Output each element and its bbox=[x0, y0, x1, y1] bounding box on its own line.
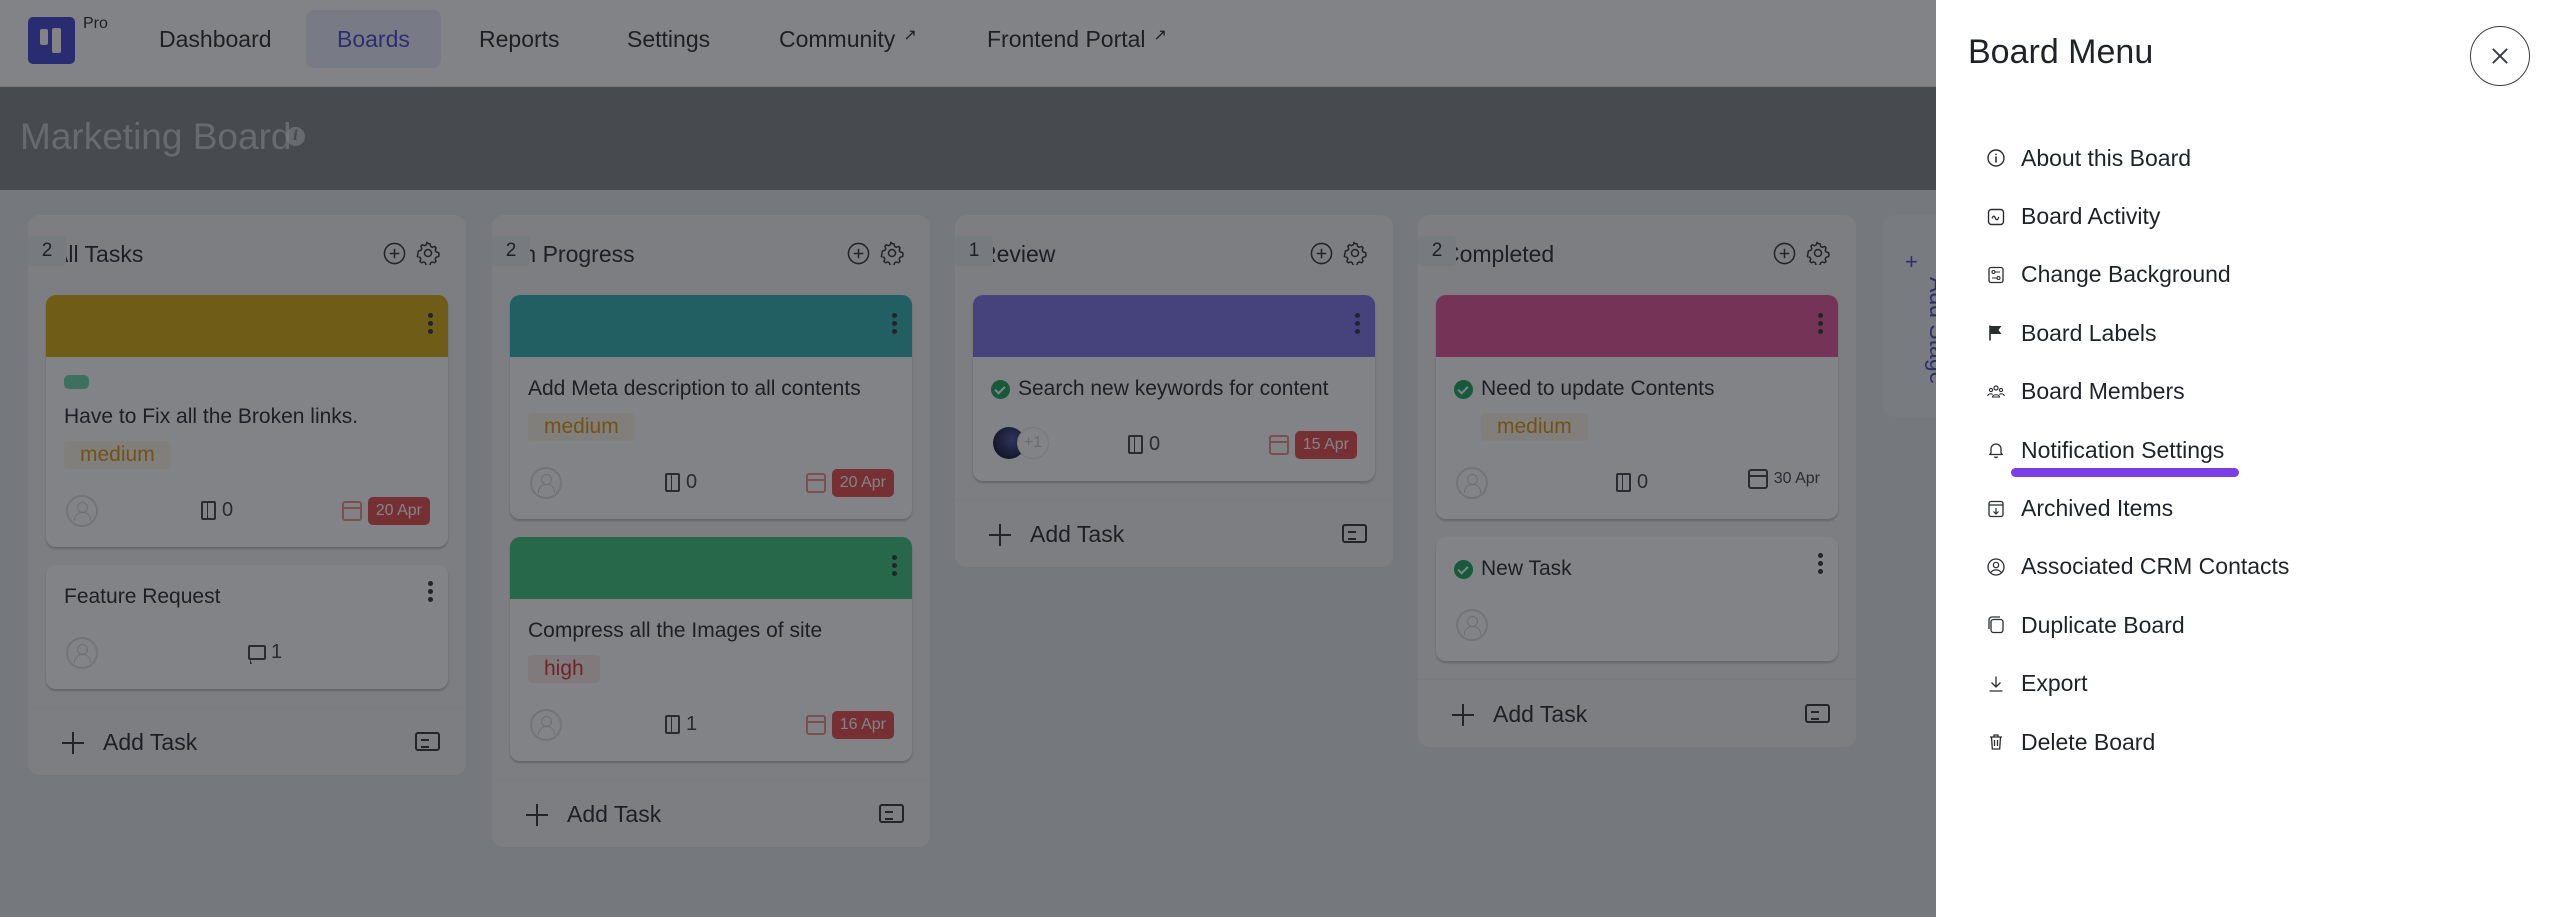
archive-icon bbox=[1986, 499, 2006, 519]
panel-title: Board Menu bbox=[1968, 33, 2154, 71]
menu-item-label: Board Labels bbox=[2021, 319, 2157, 346]
menu-item-label: Board Activity bbox=[2021, 203, 2161, 230]
menu-item-label: Duplicate Board bbox=[2021, 611, 2185, 638]
members-icon bbox=[1986, 382, 2006, 402]
duplicate-icon bbox=[1986, 615, 2006, 635]
board-menu-list: About this Board Board Activity Change Bac… bbox=[1986, 129, 2526, 771]
menu-item-archived-items[interactable]: Archived Items bbox=[1986, 479, 2526, 537]
menu-item-about-this-board[interactable]: About this Board bbox=[1986, 129, 2526, 187]
menu-item-label: Delete Board bbox=[2021, 728, 2156, 755]
menu-item-delete-board[interactable]: Delete Board bbox=[1986, 713, 2526, 771]
menu-item-board-members[interactable]: Board Members bbox=[1986, 363, 2526, 421]
trash-icon bbox=[1986, 732, 2006, 752]
close-button[interactable] bbox=[2470, 26, 2530, 86]
menu-item-label: Notification Settings bbox=[2021, 436, 2225, 463]
menu-item-label: About this Board bbox=[2021, 144, 2192, 171]
menu-item-associated-crm-contacts[interactable]: Associated CRM Contacts bbox=[1986, 538, 2526, 596]
menu-item-label: Associated CRM Contacts bbox=[2021, 553, 2290, 580]
menu-item-export[interactable]: Export bbox=[1986, 655, 2526, 713]
download-icon bbox=[1986, 674, 2006, 694]
bell-icon bbox=[1986, 440, 2006, 460]
menu-item-board-labels[interactable]: Board Labels bbox=[1986, 304, 2526, 362]
user-circle-icon bbox=[1986, 557, 2006, 577]
menu-item-change-background[interactable]: Change Background bbox=[1986, 246, 2526, 304]
info-icon bbox=[1986, 148, 2006, 168]
menu-item-label: Export bbox=[2021, 670, 2088, 697]
menu-item-label: Archived Items bbox=[2021, 495, 2174, 522]
menu-item-board-activity[interactable]: Board Activity bbox=[1986, 187, 2526, 245]
menu-item-duplicate-board[interactable]: Duplicate Board bbox=[1986, 596, 2526, 654]
activity-icon bbox=[1986, 207, 2006, 227]
menu-item-label: Change Background bbox=[2021, 261, 2231, 288]
menu-item-notification-settings[interactable]: Notification Settings bbox=[1986, 421, 2526, 479]
modal-backdrop[interactable] bbox=[0, 0, 1936, 917]
board-menu-panel: Board Menu About this Board Board Activit… bbox=[1936, 0, 2560, 917]
menu-item-label: Board Members bbox=[2021, 378, 2185, 405]
sliders-icon bbox=[1986, 265, 2006, 285]
flag-icon bbox=[1986, 323, 2006, 343]
